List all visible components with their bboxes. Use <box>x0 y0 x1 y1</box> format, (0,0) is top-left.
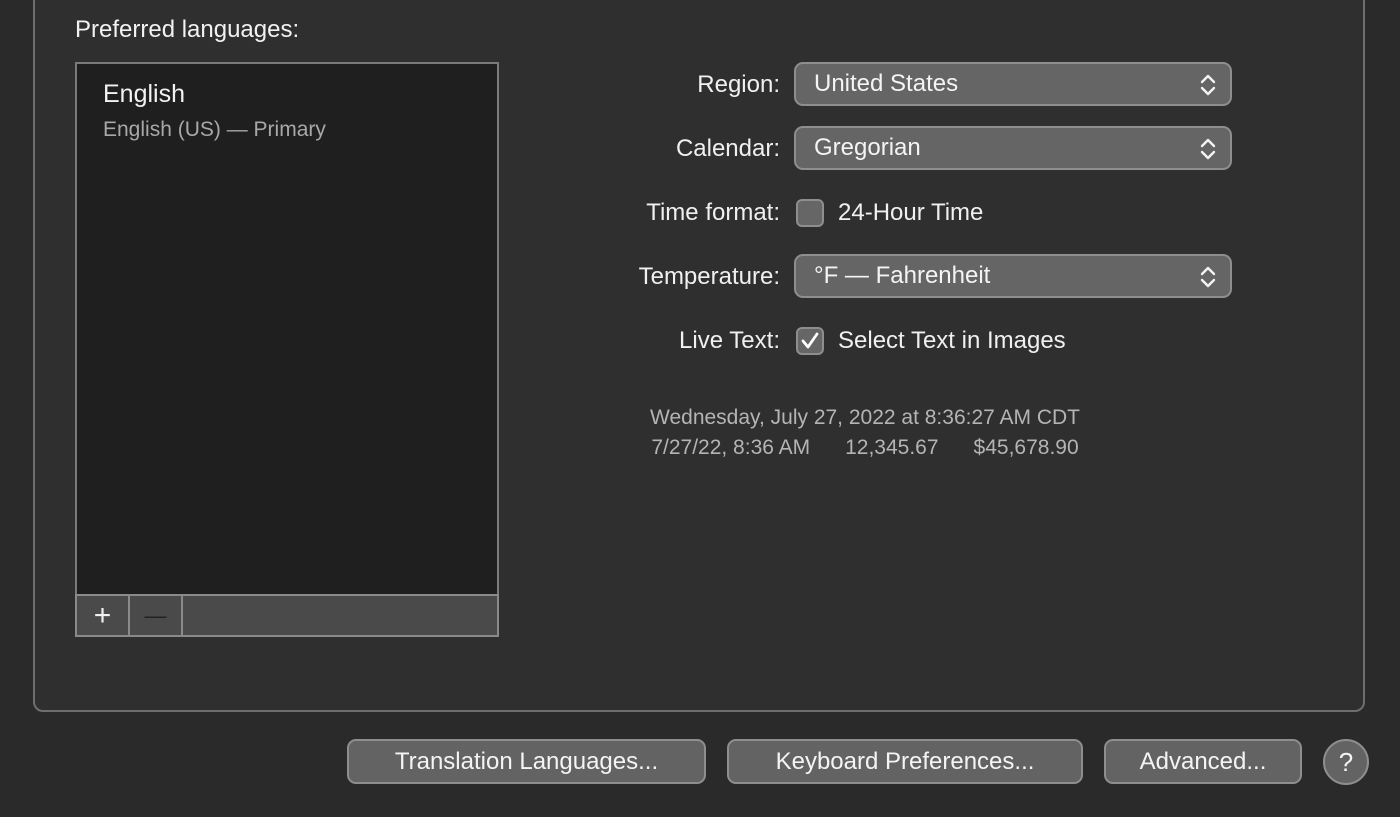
calendar-label: Calendar: <box>675 135 780 162</box>
chevron-up-down-icon <box>1200 74 1216 96</box>
temperature-label: Temperature: <box>638 263 780 290</box>
add-language-button[interactable]: + <box>77 596 130 635</box>
checkmark-icon <box>801 332 819 349</box>
calendar-popup[interactable]: Gregorian <box>794 126 1232 170</box>
select-text-in-images-label[interactable]: Select Text in Images <box>838 318 1066 364</box>
calendar-value: Gregorian <box>814 134 921 161</box>
minus-icon: — <box>144 602 167 628</box>
keyboard-preferences-button[interactable]: Keyboard Preferences... <box>727 739 1083 784</box>
preferred-languages-label: Preferred languages: <box>75 16 300 43</box>
language-list-toolbar: + — <box>75 594 499 637</box>
chevron-up-down-icon <box>1200 266 1216 288</box>
region-label: Region: <box>697 71 780 98</box>
advanced-button[interactable]: Advanced... <box>1104 739 1302 784</box>
translation-languages-button[interactable]: Translation Languages... <box>347 739 706 784</box>
live-text-row: Live Text: Select Text in Images <box>560 318 1240 364</box>
temperature-value: °F — Fahrenheit <box>814 262 991 289</box>
language-detail: English (US) — Primary <box>103 118 326 141</box>
24-hour-time-label[interactable]: 24-Hour Time <box>838 190 983 236</box>
time-format-row: Time format: 24-Hour Time <box>560 190 1240 236</box>
language-name: English <box>103 80 185 108</box>
temperature-row: Temperature: °F — Fahrenheit <box>560 254 1240 300</box>
sample-formats: 7/27/22, 8:36 AM 12,345.67 $45,678.90 <box>651 436 1079 459</box>
live-text-label: Live Text: <box>679 327 780 354</box>
chevron-up-down-icon <box>1200 138 1216 160</box>
question-mark-icon: ? <box>1338 746 1354 777</box>
temperature-popup[interactable]: °F — Fahrenheit <box>794 254 1232 298</box>
region-row: Region: United States <box>560 62 1240 108</box>
select-text-in-images-checkbox[interactable] <box>796 327 824 355</box>
language-list[interactable]: English English (US) — Primary <box>75 62 499 596</box>
time-format-label: Time format: <box>646 199 780 226</box>
region-popup[interactable]: United States <box>794 62 1232 106</box>
24-hour-time-checkbox[interactable] <box>796 199 824 227</box>
help-button[interactable]: ? <box>1323 739 1369 785</box>
region-value: United States <box>814 70 959 97</box>
plus-icon: + <box>93 598 112 632</box>
remove-language-button[interactable]: — <box>130 596 183 635</box>
calendar-row: Calendar: Gregorian <box>560 126 1240 172</box>
sample-date-long: Wednesday, July 27, 2022 at 8:36:27 AM C… <box>650 406 1080 429</box>
